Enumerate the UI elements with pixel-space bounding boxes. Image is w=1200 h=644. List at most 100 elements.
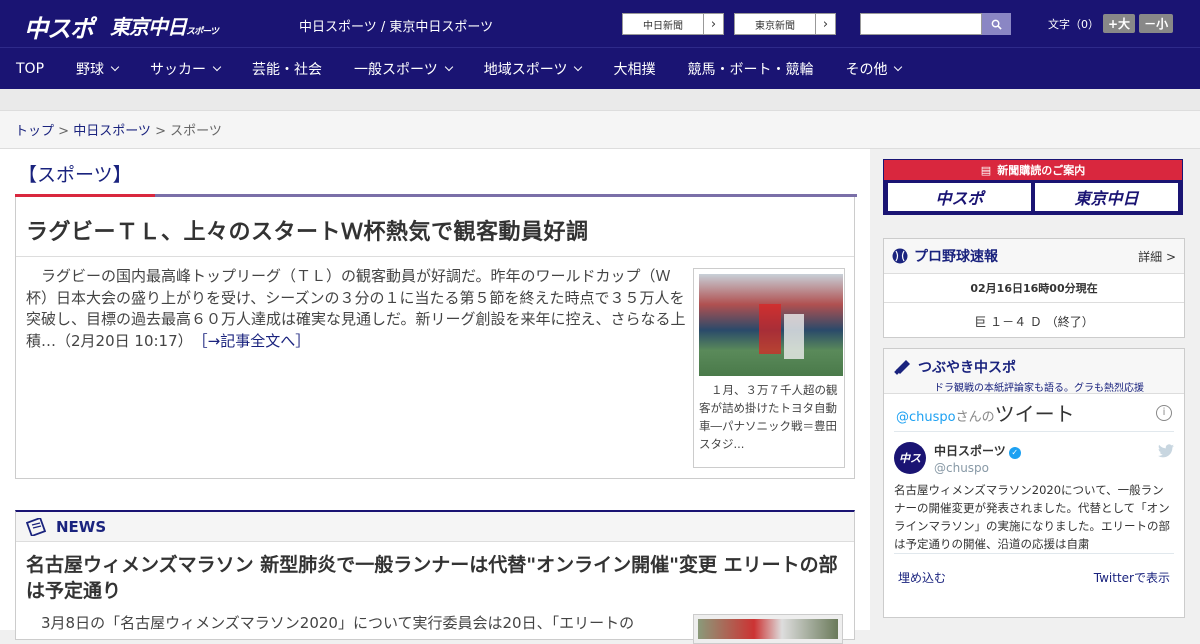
font-size-control: 文字（0） +大 －小	[1048, 14, 1174, 33]
breadcrumb-chunichi[interactable]: 中日スポーツ	[73, 124, 151, 139]
chunichi-shimbun-link[interactable]: 中日新聞 ›	[622, 13, 724, 35]
twitter-handle-link[interactable]: @chuspo	[896, 410, 956, 425]
avatar[interactable]: 中ス	[894, 442, 926, 474]
nav-label: 大相撲	[613, 61, 656, 78]
nav-label: その他	[845, 61, 888, 78]
nav-item-top[interactable]: TOP	[0, 48, 60, 89]
top-header: 中スポ 東京中日スポーツ 中日スポーツ / 東京中日スポーツ 中日新聞 › 東京…	[0, 0, 1200, 48]
newspaper-icon	[26, 517, 46, 536]
nav-label: 野球	[76, 61, 105, 78]
tweet-embed: @chuspoさんのツイート i 中ス 中日スポーツ ✓ @chuspo 名古屋ウ…	[894, 394, 1174, 553]
font-size-label: 文字（0）	[1048, 17, 1099, 31]
nav-item-baseball[interactable]: 野球	[60, 48, 134, 89]
tokyo-chunichi-logo[interactable]: 東京中日スポーツ	[110, 11, 219, 40]
info-icon[interactable]: i	[1156, 404, 1172, 421]
nav-label: サッカー	[150, 61, 207, 78]
article-photo[interactable]: １月、３万７千人超の観客が詰め掛けたトヨタ自動車―パナソニック戦＝豊田スタジ..…	[693, 268, 845, 468]
chevron-down-icon	[110, 62, 120, 72]
search-icon	[991, 19, 1002, 30]
tweet-user-handle[interactable]: @chuspo	[934, 461, 1021, 475]
tweet-embed-header: @chuspoさんのツイート i	[894, 394, 1174, 432]
chuspo-logo[interactable]: 中スポ	[24, 9, 94, 44]
nav-label: 地域スポーツ	[483, 61, 568, 78]
newspaper-icon: ▤	[980, 163, 992, 177]
nav-item-general-sports[interactable]: 一般スポーツ	[338, 48, 468, 89]
tweet-user-name[interactable]: 中日スポーツ	[934, 444, 1006, 458]
baseball-title: プロ野球速報	[914, 249, 998, 265]
font-smaller-button[interactable]: －小	[1139, 14, 1174, 33]
chuspo-sub-logo[interactable]: 中スポ	[888, 183, 1031, 211]
baseball-detail-link[interactable]: 詳細 >	[1138, 248, 1176, 265]
tokyo-shimbun-link[interactable]: 東京新聞 ›	[734, 13, 836, 35]
marathon-photo-image	[698, 619, 838, 639]
nav-label: 芸能・社会	[252, 61, 323, 78]
news-section: NEWS 名古屋ウィメンズマラソン 新型肺炎で一般ランナーは代替"オンライン開催…	[15, 510, 855, 644]
nav-label: TOP	[16, 60, 45, 77]
chevron-down-icon	[444, 62, 453, 72]
tweet-user: 中ス 中日スポーツ ✓ @chuspo	[894, 432, 1174, 481]
photo-caption: １月、３万７千人超の観客が詰め掛けたトヨタ自動車―パナソニック戦＝豊田スタジ..…	[699, 383, 838, 451]
tokyo-shimbun-label: 東京新聞	[755, 20, 795, 32]
article-body: ラグビーの国内最高峰トップリーグ（ＴＬ）の観客動員が好調だ。昨年のワールドカップ…	[26, 266, 686, 352]
baseball-icon	[892, 248, 908, 264]
search-button[interactable]	[982, 13, 1011, 35]
sub-bar	[0, 89, 1200, 111]
chevron-down-icon	[574, 62, 583, 72]
baseball-timestamp: 02月16日16時00分現在	[884, 274, 1184, 303]
section-title: 【スポーツ】	[18, 164, 132, 186]
tweet-text: 名古屋ウィメンズマラソン2020について、一般ランナーの開催変更が発表されました…	[894, 483, 1170, 551]
chunichi-shimbun-label: 中日新聞	[643, 20, 683, 32]
divider	[16, 256, 854, 257]
tweets-word: ツイート	[994, 402, 1075, 426]
breadcrumb-sep: >	[150, 124, 171, 139]
subscription-banner[interactable]: ▤ 新聞購読のご案内 中スポ 東京中日	[883, 159, 1183, 215]
article-headline[interactable]: ラグビーＴＬ、上々のスタートＷ杯熱気で観客動員好調	[26, 214, 589, 246]
top-article: ラグビーＴＬ、上々のスタートＷ杯熱気で観客動員好調 ラグビーの国内最高峰トップリ…	[15, 194, 857, 479]
chevron-down-icon	[894, 62, 903, 72]
breadcrumb-top[interactable]: トップ	[15, 124, 54, 139]
subscription-logos: 中スポ 東京中日	[884, 180, 1182, 214]
site-names: 中日スポーツ / 東京中日スポーツ	[299, 20, 494, 35]
megaphone-icon	[894, 360, 910, 375]
breadcrumb-sep: >	[54, 124, 74, 139]
twitter-widget-header: つぶやき中スポ ドラ観戦の本紙評論家も語る。グラも熱烈応援	[884, 349, 1184, 394]
chevron-down-icon	[212, 62, 222, 72]
nav-item-racing[interactable]: 競馬・ボート・競輪	[671, 48, 829, 89]
view-on-twitter-link[interactable]: Twitterで表示	[1094, 569, 1170, 586]
nav-label: 一般スポーツ	[354, 61, 438, 78]
nav-item-entertainment[interactable]: 芸能・社会	[236, 48, 338, 89]
baseball-header: プロ野球速報 詳細 >	[884, 239, 1184, 274]
verified-badge-icon: ✓	[1008, 447, 1021, 459]
news-headline[interactable]: 名古屋ウィメンズマラソン 新型肺炎で一般ランナーは代替"オンライン開催"変更 エ…	[26, 552, 841, 604]
article-top-rule	[15, 194, 857, 197]
nav-item-local-sports[interactable]: 地域スポーツ	[468, 48, 598, 89]
twitter-bird-icon[interactable]	[1158, 444, 1174, 462]
tokyo-chunichi-logo-text: 東京中日	[110, 15, 187, 39]
news-label: NEWS	[56, 517, 107, 536]
subscription-title: 新聞購読のご案内	[997, 164, 1086, 177]
twitter-widget-subtitle: ドラ観戦の本紙評論家も語る。グラも熱烈応援	[934, 383, 1144, 394]
baseball-score[interactable]: 巨 １－４ Ｄ （終了）	[884, 303, 1184, 340]
tokyo-chunichi-logo-sub: スポーツ	[186, 27, 219, 37]
nav-label: 競馬・ボート・競輪	[687, 61, 814, 78]
news-thumbnail[interactable]	[693, 614, 843, 644]
chevron-right-icon: ›	[703, 14, 723, 34]
rugby-photo-image	[699, 274, 843, 376]
handle-suffix: さんの	[955, 410, 995, 425]
tweet-footer: 埋め込む Twitterで表示	[894, 553, 1174, 601]
embed-link[interactable]: 埋め込む	[898, 569, 946, 586]
baseball-scores: プロ野球速報 詳細 > 02月16日16時00分現在 巨 １－４ Ｄ （終了）	[883, 238, 1185, 338]
nav-item-soccer[interactable]: サッカー	[134, 48, 236, 89]
breadcrumb-current: スポーツ	[170, 124, 222, 139]
nav-item-other[interactable]: その他	[829, 48, 917, 89]
twitter-widget: つぶやき中スポ ドラ観戦の本紙評論家も語る。グラも熱烈応援 @chuspoさんの…	[883, 348, 1185, 618]
main-nav: TOP 野球 サッカー 芸能・社会 一般スポーツ 地域スポーツ 大相撲 競馬・ボ…	[0, 48, 1200, 89]
nav-item-sumo[interactable]: 大相撲	[597, 48, 671, 89]
search-input[interactable]	[860, 13, 982, 35]
font-larger-button[interactable]: +大	[1103, 14, 1136, 33]
article-body-text: ラグビーの国内最高峰トップリーグ（ＴＬ）の観客動員が好調だ。昨年のワールドカップ…	[26, 267, 686, 350]
tokyo-chunichi-sub-logo[interactable]: 東京中日	[1035, 183, 1178, 211]
subscription-header: ▤ 新聞購読のご案内	[884, 160, 1182, 180]
breadcrumb: トップ > 中日スポーツ > スポーツ	[0, 111, 1200, 149]
read-more-link[interactable]: ［→記事全文へ］	[200, 332, 310, 350]
